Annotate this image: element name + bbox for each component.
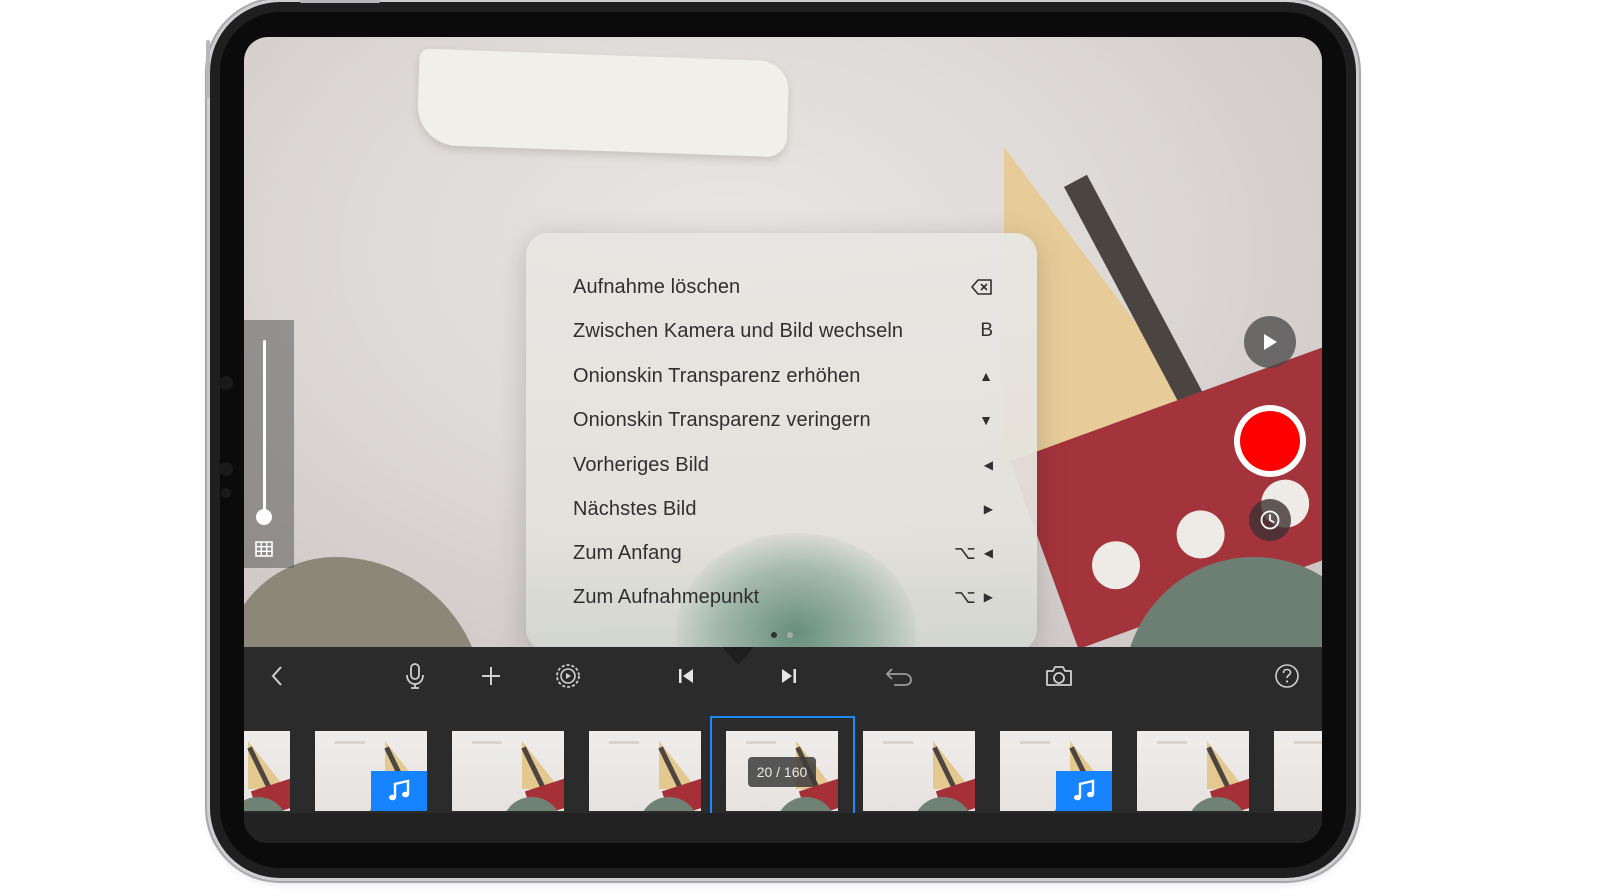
shortcut-key: ◀ — [983, 458, 993, 472]
onion-skin-slider-track[interactable] — [263, 340, 266, 515]
thumb-line — [472, 741, 502, 744]
shortcut-row: Zum Anfang ⌥ ◀ — [573, 538, 993, 568]
thumb-line — [883, 741, 913, 744]
shortcut-row: Onionskin Transparenz veringern ▼ — [573, 405, 993, 435]
porthole — [1085, 534, 1147, 596]
pencil-connector — [216, 376, 233, 506]
frame-thumbnail[interactable] — [1137, 731, 1249, 811]
play-button[interactable] — [1244, 316, 1296, 368]
microphone-button[interactable] — [400, 661, 430, 691]
shortcut-label: Vorheriges Bild — [573, 453, 710, 476]
arrow-right-icon: ▶ — [983, 590, 993, 604]
undo-button[interactable] — [884, 661, 914, 691]
option-key-icon: ⌥ — [953, 542, 976, 564]
arrow-left-icon: ◀ — [983, 546, 993, 560]
music-note-icon — [1074, 779, 1095, 801]
camera-icon — [1046, 666, 1072, 686]
shortcut-row: Nächstes Bild ▶ — [573, 494, 993, 524]
shortcut-key: ▼ — [979, 412, 993, 428]
shortcut-row: Zum Aufnahmepunkt ⌥ ▶ — [573, 582, 993, 612]
screen: Aufnahme löschen Zwischen Kamera und Bil… — [244, 37, 1322, 843]
back-chevron-icon — [271, 666, 282, 686]
shortcut-label: Zum Aufnahmepunkt — [573, 585, 760, 608]
frame-thumbnail[interactable] — [244, 731, 290, 811]
frame-counter: 20 / 160 — [748, 757, 816, 787]
porthole — [1169, 503, 1232, 566]
option-key-icon: ⌥ — [953, 586, 976, 608]
shortcut-row: Zwischen Kamera und Bild wechseln B — [573, 316, 993, 346]
page: Aufnahme löschen Zwischen Kamera und Bil… — [0, 0, 1600, 896]
frame-thumbnail[interactable] — [1000, 731, 1112, 811]
camera-button[interactable] — [1044, 661, 1074, 691]
record-icon — [1240, 411, 1300, 471]
settings-gear-icon — [556, 664, 580, 688]
shortcut-row: Vorheriges Bild ◀ — [573, 450, 993, 480]
skip-to-start-icon — [679, 669, 693, 683]
audio-badge — [371, 771, 427, 811]
shortcut-key: ⌥ ▶ — [954, 586, 993, 609]
power-button — [300, 0, 380, 3]
music-note-icon — [389, 779, 410, 801]
shortcut-label: Zum Anfang — [573, 541, 682, 564]
shortcut-row: Aufnahme löschen — [573, 272, 993, 302]
onion-skin-slider-panel — [244, 320, 294, 568]
page-indicator — [771, 632, 793, 638]
undo-icon — [885, 668, 912, 686]
onion-skin-slider-knob[interactable] — [256, 509, 272, 525]
skip-to-end-button[interactable] — [774, 661, 804, 691]
page-dot-active — [771, 632, 777, 638]
camera-view: Aufnahme löschen Zwischen Kamera und Bil… — [244, 37, 1322, 647]
paper-cloud — [416, 48, 790, 158]
shortcut-label: Aufnahme löschen — [573, 275, 741, 298]
skip-to-start-button[interactable] — [671, 661, 701, 691]
skip-to-end-icon — [782, 669, 796, 683]
settings-button[interactable] — [553, 661, 583, 691]
volume-button — [206, 40, 210, 98]
frame-thumbnail[interactable] — [589, 731, 701, 811]
page-dot[interactable] — [787, 632, 793, 638]
shortcut-key: ▲ — [979, 368, 993, 384]
popup-arrow — [722, 647, 754, 665]
thumb-line — [335, 741, 365, 744]
filmstrip-footer — [244, 813, 1322, 843]
frame-thumbnail[interactable] — [315, 731, 427, 811]
paper-hill-left — [244, 557, 484, 647]
delete-backward-icon — [971, 279, 992, 295]
back-button[interactable] — [262, 661, 292, 691]
shortcut-label: Onionskin Transparenz erhöhen — [573, 364, 861, 387]
frame-thumbnail[interactable] — [1274, 731, 1322, 811]
shortcut-key: ▶ — [983, 502, 993, 516]
audio-badge — [1056, 771, 1112, 811]
add-button[interactable] — [476, 661, 506, 691]
grid-icon[interactable] — [255, 541, 273, 557]
help-button[interactable] — [1272, 661, 1302, 691]
plus-icon — [482, 667, 500, 685]
shortcut-label: Onionskin Transparenz veringern — [573, 408, 871, 431]
shortcut-key: B — [980, 320, 993, 341]
frame-thumbnail[interactable] — [452, 731, 564, 811]
thumb-line — [1157, 741, 1187, 744]
microphone-icon — [406, 663, 424, 689]
shortcut-label: Zwischen Kamera und Bild wechseln — [573, 319, 904, 342]
keyboard-shortcuts-popup: Aufnahme löschen Zwischen Kamera und Bil… — [526, 233, 1037, 647]
shortcut-key: ⌥ ◀ — [954, 542, 993, 565]
toolbar — [244, 647, 1322, 705]
thumb-line — [609, 741, 639, 744]
play-icon — [1264, 334, 1277, 350]
shortcut-key — [971, 279, 993, 295]
shortcut-row: Onionskin Transparenz erhöhen ▲ — [573, 361, 993, 391]
record-button[interactable] — [1234, 405, 1306, 477]
thumb-line — [1020, 741, 1050, 744]
shortcut-label: Nächstes Bild — [573, 497, 697, 520]
frame-thumbnail[interactable] — [863, 731, 975, 811]
timer-icon — [1260, 510, 1280, 530]
thumb-line — [1294, 741, 1322, 744]
timer-button[interactable] — [1249, 499, 1291, 541]
help-icon — [1275, 664, 1299, 688]
